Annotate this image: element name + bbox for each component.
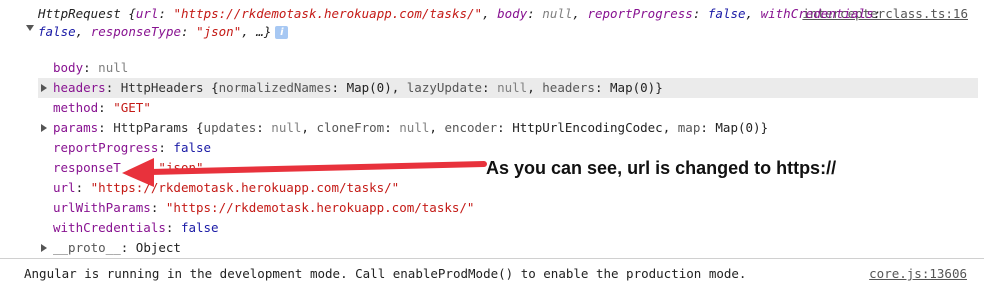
- source-link-core[interactable]: core.js:13606: [869, 266, 967, 281]
- annotation-arrow-icon: [122, 158, 487, 187]
- annotation-text: As you can see, url is changed to https:…: [486, 158, 837, 178]
- console-footer-message: Angular is running in the development mo…: [0, 258, 984, 290]
- footer-message-text: Angular is running in the development mo…: [24, 266, 747, 281]
